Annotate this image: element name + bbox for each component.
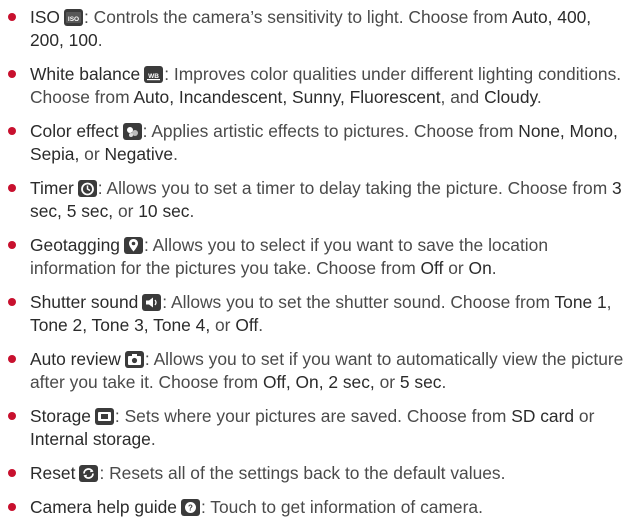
iso-icon: ISO	[63, 9, 83, 26]
help-icon: ?	[180, 499, 200, 516]
geotagging-icon	[123, 237, 143, 254]
option-value: Auto, Incandescent, Sunny, Fluorescent	[133, 87, 441, 107]
bullet-icon	[8, 13, 16, 21]
bullet-icon	[8, 298, 16, 306]
list-item: Geotagging: Allows you to select if you …	[6, 234, 625, 280]
option-value: 10 sec	[138, 201, 190, 221]
description-text: , and	[440, 87, 485, 107]
bullet-icon	[8, 355, 16, 363]
description-text: .	[441, 372, 447, 392]
bullet-icon	[8, 184, 16, 192]
description-text: or	[79, 144, 105, 164]
setting-term: Camera help guide	[30, 497, 177, 517]
description-text: : Applies artistic effects to pictures. …	[142, 121, 519, 141]
list-item: Color effect : Applies artistic effects t…	[6, 120, 625, 166]
bullet-icon	[8, 70, 16, 78]
list-item: Camera help guide? : Touch to get informa…	[6, 496, 625, 519]
description-text: or	[374, 372, 400, 392]
svg-text:WB: WB	[148, 73, 159, 80]
description-text: .	[150, 429, 156, 449]
option-value: Internal storage	[30, 429, 151, 449]
list-item: White balance WB: Improves color qualitie…	[6, 63, 625, 109]
description-text: .	[491, 258, 497, 278]
setting-term: Storage	[30, 406, 91, 426]
reset-icon	[79, 465, 99, 482]
bullet-icon	[8, 241, 16, 249]
document-page: ISO ISO : Controls the camera’s sensitivit…	[0, 0, 633, 524]
option-value: Off, On, 2 sec,	[262, 372, 375, 392]
white-balance-icon: WB	[144, 66, 164, 83]
description-text: .	[189, 201, 195, 221]
color-effect-icon	[122, 123, 142, 140]
option-value: 5 sec	[399, 372, 442, 392]
description-text: .	[97, 30, 103, 50]
option-value: Off	[235, 315, 259, 335]
description-text: : Sets where your pictures are saved. Ch…	[114, 406, 512, 426]
list-item: Auto review: Allows you to set if you wa…	[6, 348, 625, 394]
description-text: .	[536, 87, 542, 107]
list-item: Timer : Allows you to set a timer to dela…	[6, 177, 625, 223]
description-text: : Controls the camera’s sensitivity to l…	[83, 7, 512, 27]
bullet-icon	[8, 503, 16, 511]
setting-term: White balance	[30, 64, 141, 84]
setting-term: Color effect	[30, 121, 119, 141]
description-text: : Resets all of the settings back to the…	[99, 463, 506, 483]
bullet-icon	[8, 469, 16, 477]
shutter-sound-icon	[142, 294, 162, 311]
list-item: Shutter sound : Allows you to set the shu…	[6, 291, 625, 337]
svg-text:ISO: ISO	[68, 16, 79, 23]
setting-term: ISO	[30, 7, 60, 27]
description-text: or	[113, 201, 139, 221]
option-value: SD card	[511, 406, 575, 426]
option-value: Negative	[104, 144, 174, 164]
description-text: or	[210, 315, 236, 335]
setting-term: Reset	[30, 463, 76, 483]
auto-review-icon	[124, 351, 144, 368]
description-text: .	[258, 315, 264, 335]
setting-term: Timer	[30, 178, 74, 198]
timer-icon	[77, 180, 97, 197]
bullet-icon	[8, 412, 16, 420]
bullet-icon	[8, 127, 16, 135]
camera-settings-list: ISO ISO : Controls the camera’s sensitivit…	[6, 6, 625, 519]
option-value: Off	[420, 258, 444, 278]
option-value: Cloudy	[484, 87, 537, 107]
svg-text:?: ?	[188, 504, 193, 513]
description-text: .	[173, 144, 178, 164]
option-value: On	[468, 258, 492, 278]
description-text: : Allows you to set the shutter sound. C…	[162, 292, 555, 312]
description-text: ,	[606, 292, 612, 312]
setting-term: Auto review	[30, 349, 121, 369]
description-text: : Touch to get information of camera.	[200, 497, 483, 517]
description-text: or	[574, 406, 595, 426]
setting-term: Geotagging	[30, 235, 120, 255]
storage-icon	[94, 408, 114, 425]
list-item: ISO ISO : Controls the camera’s sensitivit…	[6, 6, 625, 52]
description-text: : Allows you to set a timer to delay tak…	[97, 178, 613, 198]
list-item: Storage : Sets where your pictures are sa…	[6, 405, 625, 451]
description-text: or	[443, 258, 469, 278]
setting-term: Shutter sound	[30, 292, 139, 312]
option-value: Tone 1	[554, 292, 607, 312]
option-value: Tone 2, Tone 3, Tone 4,	[30, 315, 211, 335]
list-item: Reset : Resets all of the settings back t…	[6, 462, 625, 485]
